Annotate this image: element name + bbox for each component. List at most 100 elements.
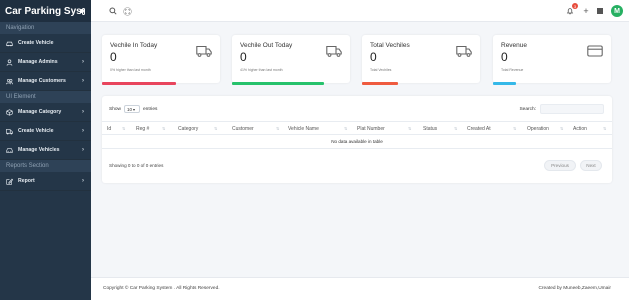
stat-card-vehicle-out: Vechile Out Today 0 41% higher than last… — [232, 35, 350, 83]
card-subtitle: 0% higher than last month — [110, 68, 151, 72]
footer-credit: Created by Muneeb,Zaeem,Umair — [538, 286, 611, 291]
plus-icon[interactable]: + — [581, 6, 591, 16]
truck-icon — [6, 128, 13, 135]
stat-card-revenue: Revenue 0 Total Revenue — [493, 35, 611, 83]
card-subtitle: Total Vechiles — [370, 68, 392, 72]
stat-card-vehicle-in: Vechile In Today 0 0% higher than last m… — [102, 35, 220, 83]
card-progress-bar — [493, 82, 516, 85]
notification-badge: 3 — [572, 3, 578, 9]
sidebar-section-navigation: Navigation — [0, 22, 91, 34]
sidebar-item-label: Manage Customers — [18, 78, 66, 84]
card-value: 0 — [240, 50, 247, 64]
box-icon — [6, 108, 13, 116]
chevron-right-icon: › — [82, 59, 84, 65]
truck-icon — [456, 45, 472, 57]
column-header-vehicle-name[interactable]: Vehicle Name — [288, 126, 319, 132]
sort-icon: ⇅ — [122, 126, 126, 131]
card-subtitle: Total Revenue — [501, 68, 524, 72]
sidebar-item-label: Manage Admins — [18, 59, 58, 65]
sort-icon: ⇅ — [513, 126, 517, 131]
sidebar-item-manage-customers[interactable]: Manage Customers › — [0, 72, 91, 91]
vehicle-table-panel: Show 10 ▾ entries Search: Id ⇅ Reg # ⇅ C… — [102, 96, 612, 183]
card-title: Revenue — [501, 42, 528, 49]
fullscreen-icon[interactable] — [122, 6, 132, 16]
card-progress-bar — [362, 82, 398, 85]
truck-icon — [326, 45, 342, 57]
sidebar: Car Parking Sys Navigation Create Vehicl… — [0, 0, 91, 300]
card-value: 0 — [110, 50, 117, 64]
chevron-right-icon: › — [82, 109, 84, 115]
sidebar-item-label: Report — [18, 178, 35, 184]
car-front-icon — [6, 147, 13, 154]
user-icon — [6, 58, 13, 66]
footer-copyright: Copyright © Car Parking System . All Rig… — [103, 286, 220, 291]
brand-name: Car Parking Sys — [5, 5, 82, 17]
sort-icon: ⇅ — [214, 126, 218, 131]
search-icon[interactable] — [108, 6, 118, 16]
sort-icon: ⇅ — [344, 126, 348, 131]
brand-bar: Car Parking Sys — [0, 0, 91, 22]
sort-icon: ⇅ — [454, 126, 458, 131]
sidebar-toggle-icon[interactable] — [79, 7, 85, 15]
column-header-category[interactable]: Category — [178, 126, 198, 132]
sort-icon: ⇅ — [603, 126, 607, 131]
sort-icon: ⇅ — [560, 126, 564, 131]
sidebar-item-manage-admins[interactable]: Manage Admins › — [0, 53, 91, 72]
sidebar-item-manage-vehicles[interactable]: Manage Vehicles › — [0, 141, 91, 160]
card-progress-bar — [102, 82, 176, 85]
column-header-reg[interactable]: Reg # — [136, 126, 149, 132]
sidebar-item-label: Create Vehicle — [18, 128, 54, 134]
card-subtitle: 41% higher than last month — [240, 68, 283, 72]
sort-icon: ⇅ — [162, 126, 166, 131]
table-header: Id ⇅ Reg # ⇅ Category ⇅ Customer ⇅ Vehic… — [102, 121, 612, 135]
chevron-right-icon: › — [82, 78, 84, 84]
sidebar-item-create-vehicle-2[interactable]: Create Vehicle › — [0, 122, 91, 141]
entries-length-control: Show 10 ▾ entries — [109, 105, 157, 113]
search-input[interactable] — [540, 104, 604, 114]
chevron-right-icon: › — [82, 147, 84, 153]
column-header-action[interactable]: Action — [573, 126, 587, 132]
sidebar-item-manage-category[interactable]: Manage Category › — [0, 103, 91, 122]
card-title: Vechile In Today — [110, 42, 158, 49]
column-header-created-at[interactable]: Created At — [467, 126, 491, 132]
sidebar-item-label: Create Vehicle — [18, 40, 54, 46]
bell-icon[interactable]: 3 — [565, 3, 578, 16]
sidebar-section-reports: Reports Section — [0, 160, 91, 172]
card-value: 0 — [501, 50, 508, 64]
sidebar-item-report[interactable]: Report › — [0, 172, 91, 191]
chevron-right-icon: › — [82, 128, 84, 134]
users-icon — [6, 78, 13, 85]
previous-button[interactable]: Previous — [544, 160, 576, 171]
stat-card-total-vehicles: Total Vechiles 0 Total Vechiles — [362, 35, 480, 83]
avatar[interactable]: M — [611, 5, 623, 17]
chevron-right-icon: › — [82, 178, 84, 184]
sidebar-item-label: Manage Vehicles — [18, 147, 60, 153]
table-empty-row: No data available in table — [102, 135, 612, 149]
credit-card-icon — [587, 45, 603, 57]
column-header-id[interactable]: Id — [107, 126, 111, 132]
sidebar-item-create-vehicle[interactable]: Create Vehicle — [0, 34, 91, 53]
entries-select[interactable]: 10 ▾ — [124, 105, 140, 113]
sort-icon: ⇅ — [276, 126, 280, 131]
table-info: Showing 0 to 0 of 0 entries — [109, 163, 164, 168]
topbar: 3 + M — [91, 0, 629, 22]
column-header-customer[interactable]: Customer — [232, 126, 254, 132]
next-button[interactable]: Next — [580, 160, 602, 171]
entries-label: entries — [143, 106, 158, 112]
grid-icon[interactable] — [595, 6, 605, 16]
edit-icon — [6, 178, 13, 185]
show-label: Show — [109, 106, 121, 112]
entries-select-value: 10 — [127, 106, 133, 112]
card-value: 0 — [370, 50, 377, 64]
sidebar-item-label: Manage Category — [18, 109, 62, 115]
sort-icon: ⇅ — [408, 126, 412, 131]
table-search: Search: — [519, 104, 604, 114]
footer: Copyright © Car Parking System . All Rig… — [91, 277, 629, 300]
column-header-status[interactable]: Status — [423, 126, 437, 132]
card-progress-bar — [232, 82, 324, 85]
column-header-plat-number[interactable]: Plat Number — [357, 126, 385, 132]
chevron-down-icon: ▾ — [133, 106, 136, 112]
card-title: Vechile Out Today — [240, 42, 293, 49]
search-label: Search: — [519, 106, 536, 112]
column-header-operation[interactable]: Operation — [527, 126, 549, 132]
